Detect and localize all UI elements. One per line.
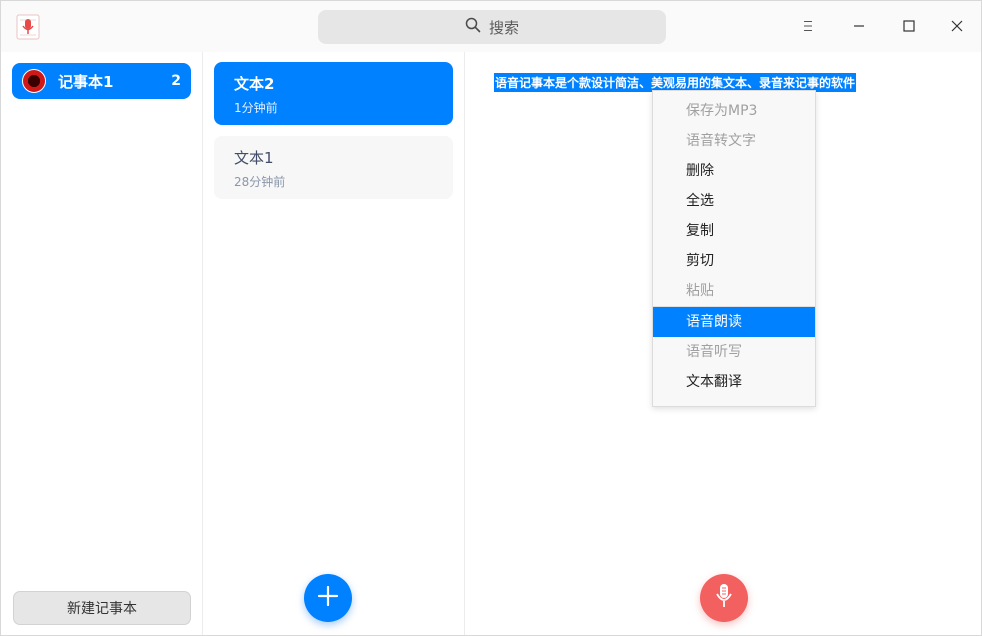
menu-item-select-all[interactable]: 全选 (653, 186, 815, 216)
notebook-avatar (22, 69, 46, 93)
title-bar: 搜索 (1, 1, 981, 52)
menu-icon (801, 18, 815, 37)
note-title: 文本1 (234, 149, 274, 167)
note-item[interactable]: 文本1 28分钟前 (214, 136, 453, 199)
maximize-icon (902, 18, 916, 37)
search-icon (465, 17, 481, 37)
app-microphone-icon (16, 14, 40, 40)
maximize-button[interactable] (889, 10, 929, 44)
menu-item-paste[interactable]: 粘贴 (653, 276, 815, 306)
menu-button[interactable] (788, 10, 828, 44)
menu-item-delete[interactable]: 删除 (653, 156, 815, 186)
context-menu: 保存为MP3 语音转文字 删除 全选 复制 剪切 粘贴 语音朗读 语音听写 文本… (652, 90, 816, 407)
menu-item-copy[interactable]: 复制 (653, 216, 815, 246)
menu-item-translate[interactable]: 文本翻译 (653, 367, 815, 397)
note-time: 28分钟前 (234, 175, 286, 189)
note-title: 文本2 (234, 75, 275, 93)
microphone-icon (713, 582, 735, 614)
search-placeholder: 搜索 (488, 18, 519, 37)
search-box[interactable]: 搜索 (318, 10, 666, 44)
app-window: 搜索 记事本1 2 新建记事本 文本2 1分钟前 文本1 28分钟前 语音记事本… (0, 0, 982, 636)
add-note-button[interactable] (304, 574, 352, 622)
close-icon (950, 18, 964, 37)
menu-item-speech-to-text[interactable]: 语音转文字 (653, 126, 815, 156)
new-notebook-button[interactable]: 新建记事本 (13, 591, 191, 625)
notebook-sidebar: 记事本1 2 新建记事本 (1, 52, 203, 635)
menu-item-cut[interactable]: 剪切 (653, 246, 815, 276)
notebook-count: 2 (171, 73, 181, 89)
notebook-name: 记事本1 (58, 72, 114, 91)
note-item[interactable]: 文本2 1分钟前 (214, 62, 453, 125)
notebook-item[interactable]: 记事本1 2 (12, 63, 191, 99)
menu-item-save-mp3[interactable]: 保存为MP3 (653, 96, 815, 126)
minimize-button[interactable] (839, 10, 879, 44)
note-time: 1分钟前 (234, 101, 278, 115)
notes-list: 文本2 1分钟前 文本1 28分钟前 (204, 52, 465, 635)
menu-item-text-to-speech[interactable]: 语音朗读 (653, 307, 815, 337)
plus-icon (317, 585, 339, 611)
record-button[interactable] (700, 574, 748, 622)
minimize-icon (852, 18, 866, 37)
menu-item-dictation[interactable]: 语音听写 (653, 337, 815, 367)
close-button[interactable] (937, 10, 977, 44)
